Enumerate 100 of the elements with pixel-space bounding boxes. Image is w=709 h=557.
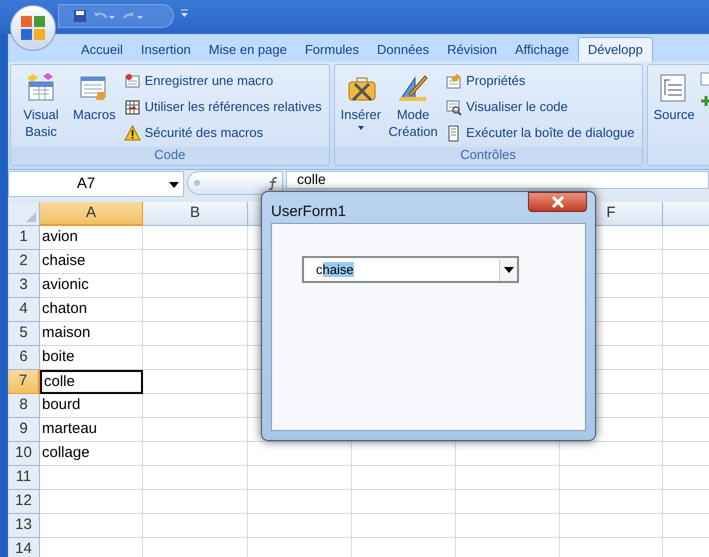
ribbon-button[interactable]: Visualiser le code: [445, 96, 639, 118]
row-header[interactable]: 13: [8, 514, 40, 538]
table-cell[interactable]: [40, 490, 143, 514]
row-header[interactable]: 8: [8, 394, 40, 418]
ribbon-button[interactable]: Exécuter la boîte de dialogue: [445, 122, 639, 144]
ribbon-tab[interactable]: Insertion: [132, 37, 200, 62]
table-cell[interactable]: [143, 370, 248, 394]
properties-icon: [445, 72, 462, 90]
ribbon-button[interactable]: Propriétés: [445, 70, 639, 92]
select-all-corner[interactable]: [8, 202, 40, 226]
ribbon-tab[interactable]: Développ: [578, 37, 653, 62]
row-header[interactable]: 2: [8, 250, 40, 274]
function-icon[interactable]: [268, 176, 280, 190]
row-header[interactable]: 1: [8, 226, 40, 250]
table-cell[interactable]: [143, 298, 248, 322]
table-cell[interactable]: collage: [40, 442, 143, 466]
table-cell[interactable]: maison: [40, 322, 143, 346]
customize-toolbar-icon[interactable]: [180, 9, 189, 19]
table-cell[interactable]: [143, 442, 248, 466]
ribbon-button[interactable]: Mode Création: [386, 68, 440, 140]
group-label: Contrôles: [334, 147, 642, 165]
table-cell[interactable]: [560, 490, 663, 514]
ribbon-tab[interactable]: Accueil: [72, 37, 132, 62]
table-cell[interactable]: [456, 466, 560, 490]
table-cell[interactable]: [248, 466, 352, 490]
table-cell[interactable]: [143, 514, 248, 538]
ribbon-button[interactable]: Insérer: [338, 68, 384, 130]
row-header[interactable]: 14: [8, 538, 40, 557]
table-cell[interactable]: [352, 490, 456, 514]
table-cell[interactable]: avion: [40, 226, 143, 250]
table-cell[interactable]: [248, 514, 352, 538]
table-cell[interactable]: marteau: [40, 418, 143, 442]
column-header[interactable]: [248, 202, 261, 226]
table-cell[interactable]: [143, 490, 248, 514]
ribbon-button[interactable]: Visual Basic: [14, 68, 68, 140]
table-cell[interactable]: [560, 442, 663, 466]
table-cell[interactable]: [143, 322, 248, 346]
table-cell[interactable]: [143, 226, 248, 250]
ribbon-tab[interactable]: Données: [368, 37, 438, 62]
table-cell[interactable]: [143, 466, 248, 490]
row-header[interactable]: 5: [8, 322, 40, 346]
plus-icon: [700, 94, 709, 108]
ribbon-button[interactable]: Source: [650, 68, 698, 123]
group-label: Code: [11, 147, 329, 165]
row-header[interactable]: 6: [8, 346, 40, 370]
row-header[interactable]: 11: [8, 466, 40, 490]
table-cell[interactable]: [248, 490, 352, 514]
table-cell[interactable]: [456, 490, 560, 514]
table-cell[interactable]: [40, 466, 143, 490]
row-header[interactable]: 3: [8, 274, 40, 298]
table-cell[interactable]: chaton: [40, 298, 143, 322]
formula-toolbar[interactable]: [187, 171, 283, 195]
ribbon-button[interactable]: Enregistrer une macro: [124, 70, 326, 92]
formula-field[interactable]: colle: [286, 171, 709, 189]
window-title: UserForm1: [271, 202, 346, 222]
table-cell[interactable]: [143, 250, 248, 274]
save-icon[interactable]: [73, 9, 87, 23]
table-cell[interactable]: [248, 442, 352, 466]
row-header[interactable]: 10: [8, 442, 40, 466]
row-header[interactable]: 12: [8, 490, 40, 514]
ribbon-tab[interactable]: Révision: [438, 37, 506, 62]
ribbon-button[interactable]: Sécurité des macros: [124, 122, 326, 144]
combo-box[interactable]: chaise: [302, 256, 519, 283]
record-icon: [124, 72, 141, 90]
dropdown-arrow-icon[interactable]: [169, 182, 179, 188]
close-icon: [550, 196, 564, 208]
table-cell[interactable]: [560, 466, 663, 490]
column-header[interactable]: A: [40, 202, 143, 226]
row-header[interactable]: 4: [8, 298, 40, 322]
table-cell[interactable]: [40, 514, 143, 538]
row-header[interactable]: 9: [8, 418, 40, 442]
column-header[interactable]: [663, 202, 709, 226]
table-cell[interactable]: boite: [40, 346, 143, 370]
table-cell[interactable]: [456, 442, 560, 466]
table-cell[interactable]: [352, 442, 456, 466]
table-cell[interactable]: [143, 394, 248, 418]
close-button[interactable]: [528, 192, 587, 212]
ribbon-tab[interactable]: Affichage: [506, 37, 578, 62]
corner-triangle-icon: [26, 212, 36, 222]
table-cell[interactable]: colle: [40, 370, 143, 394]
ribbon-button[interactable]: Macros: [70, 68, 119, 123]
table-cell[interactable]: [143, 346, 248, 370]
ribbon-tab[interactable]: Mise en page: [200, 37, 296, 62]
name-box[interactable]: A7: [8, 171, 184, 197]
ribbon-tab[interactable]: Formules: [296, 37, 368, 62]
ribbon-button[interactable]: Utiliser les références relatives: [124, 96, 326, 118]
handle-icon: [194, 180, 200, 186]
table-cell[interactable]: [560, 514, 663, 538]
office-button[interactable]: [10, 5, 56, 51]
warning-icon: [124, 124, 141, 142]
table-cell[interactable]: [352, 466, 456, 490]
column-header[interactable]: B: [143, 202, 248, 226]
table-cell[interactable]: [456, 514, 560, 538]
table-cell[interactable]: chaise: [40, 250, 143, 274]
table-cell[interactable]: avionic: [40, 274, 143, 298]
table-cell[interactable]: [352, 514, 456, 538]
table-cell[interactable]: bourd: [40, 394, 143, 418]
table-cell[interactable]: [143, 274, 248, 298]
table-cell[interactable]: [143, 418, 248, 442]
row-header[interactable]: 7: [8, 370, 40, 394]
